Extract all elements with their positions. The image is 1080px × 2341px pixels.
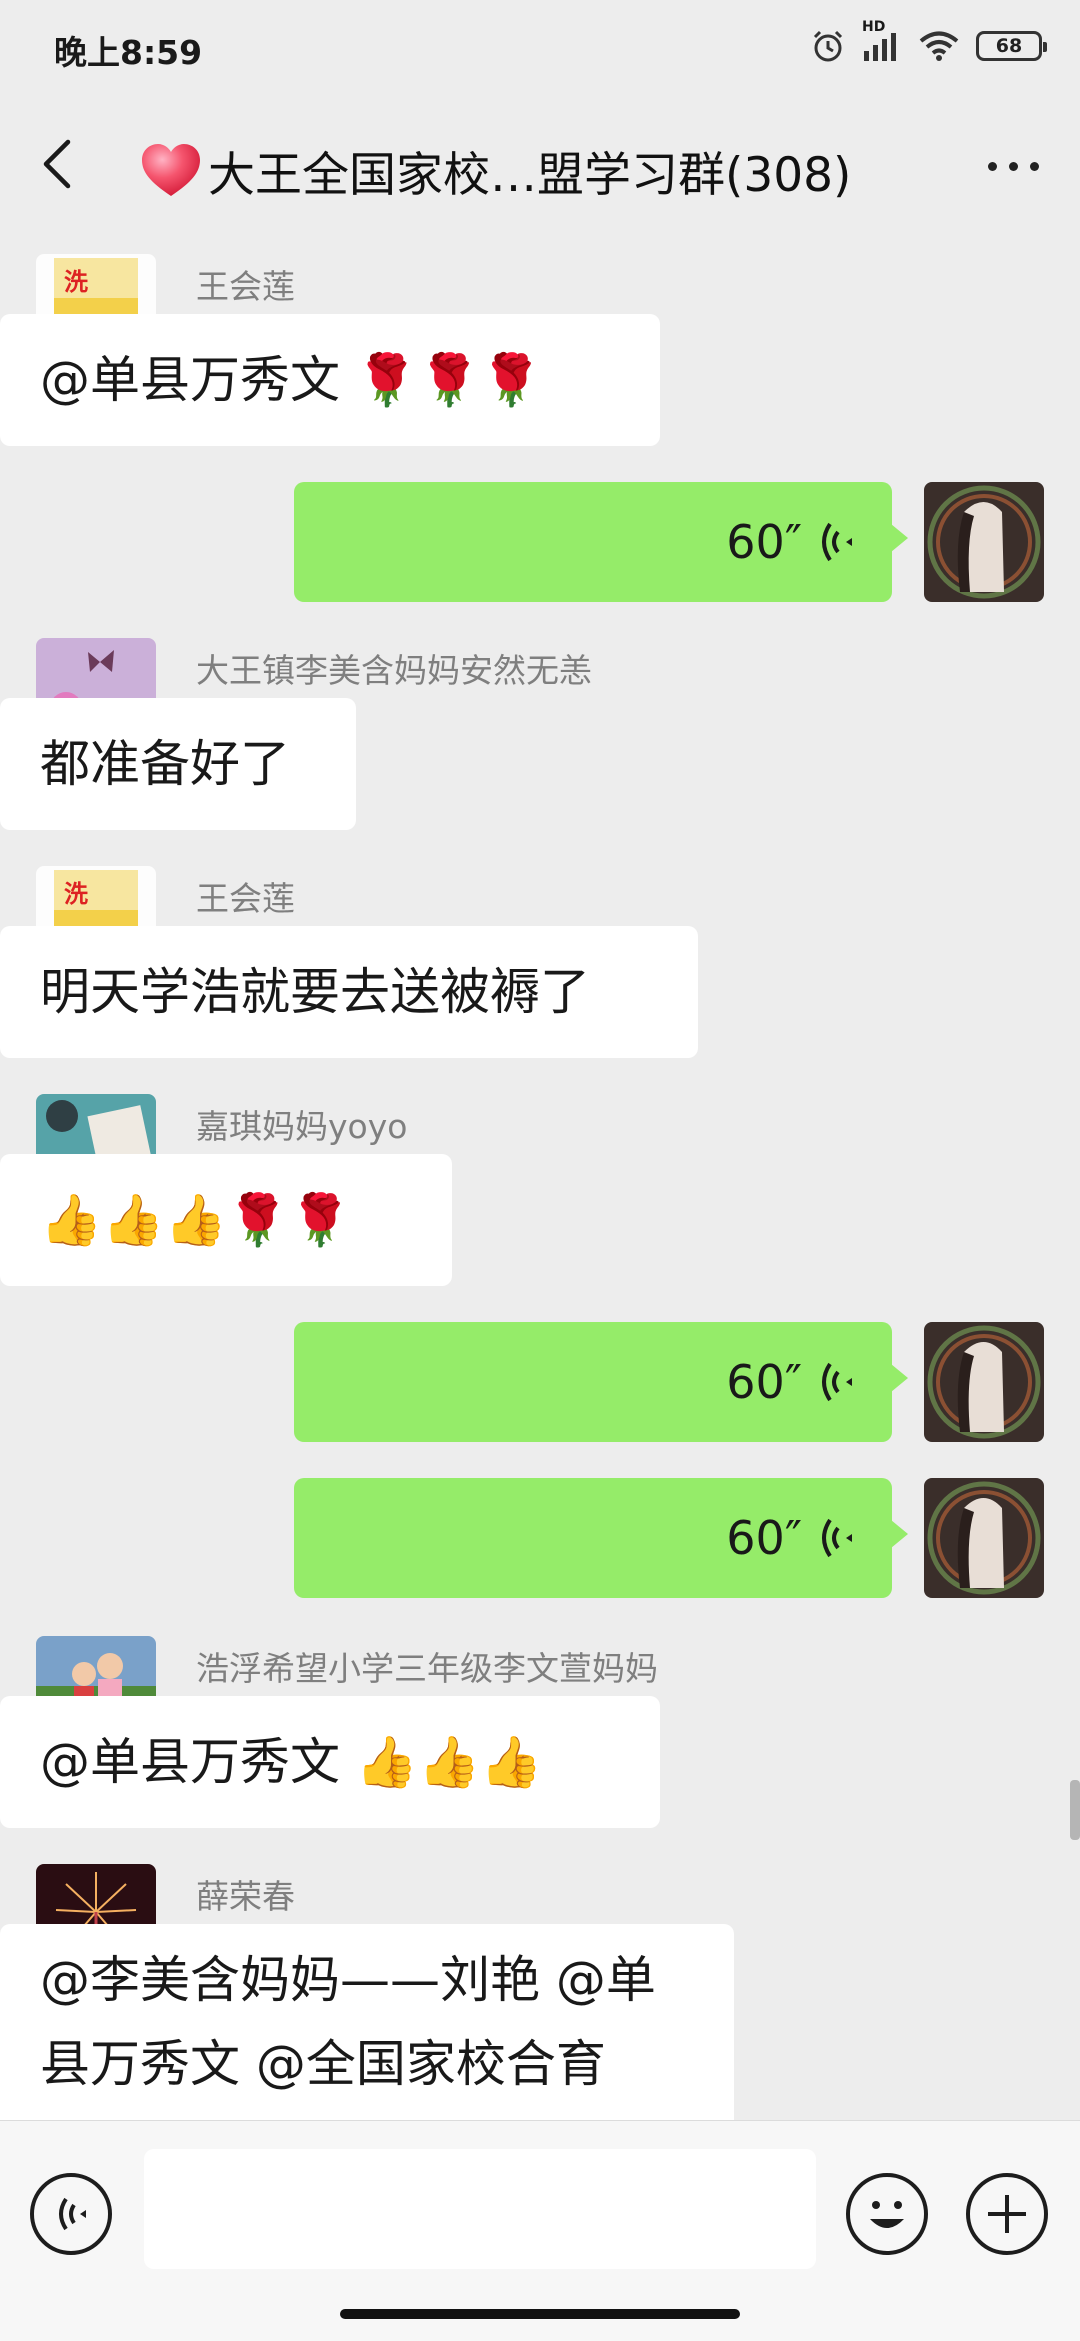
svg-text:洗: 洗 xyxy=(64,881,88,908)
alarm-icon xyxy=(813,30,843,62)
voice-wave-icon xyxy=(822,522,852,562)
voice-message-bubble[interactable]: 60″ xyxy=(294,1322,908,1442)
svg-text:洗: 洗 xyxy=(64,269,88,296)
emoji-button[interactable] xyxy=(846,2173,928,2255)
plus-icon xyxy=(988,2195,1026,2233)
sender-name: 薛荣春 xyxy=(196,1877,295,1916)
chat-header: 大王全国家校…盟学习群(308) xyxy=(0,96,1080,240)
back-icon[interactable] xyxy=(30,134,90,194)
message-bubble[interactable]: @李美含妈妈——刘艳 @单县万秀文 @全国家校合育 xyxy=(0,1924,734,2120)
more-options-button[interactable] xyxy=(984,156,1044,176)
girl-art-avatar[interactable] xyxy=(924,482,1044,602)
voice-wave-icon xyxy=(822,1518,852,1558)
message-bubble[interactable]: 都准备好了 xyxy=(0,698,356,830)
sender-name: 王会莲 xyxy=(196,267,295,306)
more-functions-button[interactable] xyxy=(966,2173,1048,2255)
status-time: 晚上8:59 xyxy=(54,33,203,72)
home-indicator[interactable] xyxy=(340,2309,740,2319)
message-bubble[interactable]: @单县万秀文 🌹🌹🌹 xyxy=(0,314,660,446)
message-bubble[interactable]: 明天学浩就要去送被褥了 xyxy=(0,926,698,1058)
sender-name: 嘉琪妈妈yoyo xyxy=(196,1107,408,1146)
chat-title-text: 大王全国家校…盟学习群(308) xyxy=(208,148,852,203)
voice-message-bubble[interactable]: 60″ xyxy=(294,482,908,602)
message-bubble[interactable]: @单县万秀文 👍👍👍 xyxy=(0,1696,660,1828)
sender-name: 王会莲 xyxy=(196,879,295,918)
status-icons: HD 68 xyxy=(810,19,1047,64)
smiley-icon xyxy=(870,2201,904,2228)
wifi-icon xyxy=(919,31,959,61)
girl-art-avatar[interactable] xyxy=(924,1322,1044,1442)
heart-icon xyxy=(142,143,200,196)
scroll-indicator[interactable] xyxy=(1070,1780,1080,1840)
voice-message-bubble[interactable]: 60″ xyxy=(294,1478,908,1598)
voice-duration: 60″ xyxy=(726,1511,802,1565)
battery-indicator: 68 xyxy=(976,31,1047,61)
girl-art-avatar[interactable] xyxy=(924,1478,1044,1598)
voice-duration: 60″ xyxy=(726,1355,802,1409)
hd-label: HD xyxy=(862,19,886,35)
voice-wave-icon xyxy=(822,1362,852,1402)
sender-name: 浩浮希望小学三年级李文萱妈妈 xyxy=(196,1649,658,1688)
voice-duration: 60″ xyxy=(726,515,802,569)
status-bar: 晚上8:59 HD 68 xyxy=(0,0,1080,96)
voice-input-button[interactable] xyxy=(30,2173,112,2255)
voice-mode-icon xyxy=(59,2197,86,2231)
sender-name: 大王镇李美含妈妈安然无恙 xyxy=(196,651,592,690)
message-input[interactable] xyxy=(144,2149,816,2269)
signal-icon: HD xyxy=(862,19,902,63)
message-list[interactable]: 洗 王会莲 @单县万秀文 🌹🌹🌹 60″ 大王镇李美含妈妈安然无恙 都准备好了 … xyxy=(0,240,1080,2120)
message-bubble[interactable]: 👍👍👍🌹🌹 xyxy=(0,1154,452,1286)
input-bar xyxy=(0,2120,1080,2341)
chat-title: 大王全国家校…盟学习群(308) xyxy=(140,136,920,205)
